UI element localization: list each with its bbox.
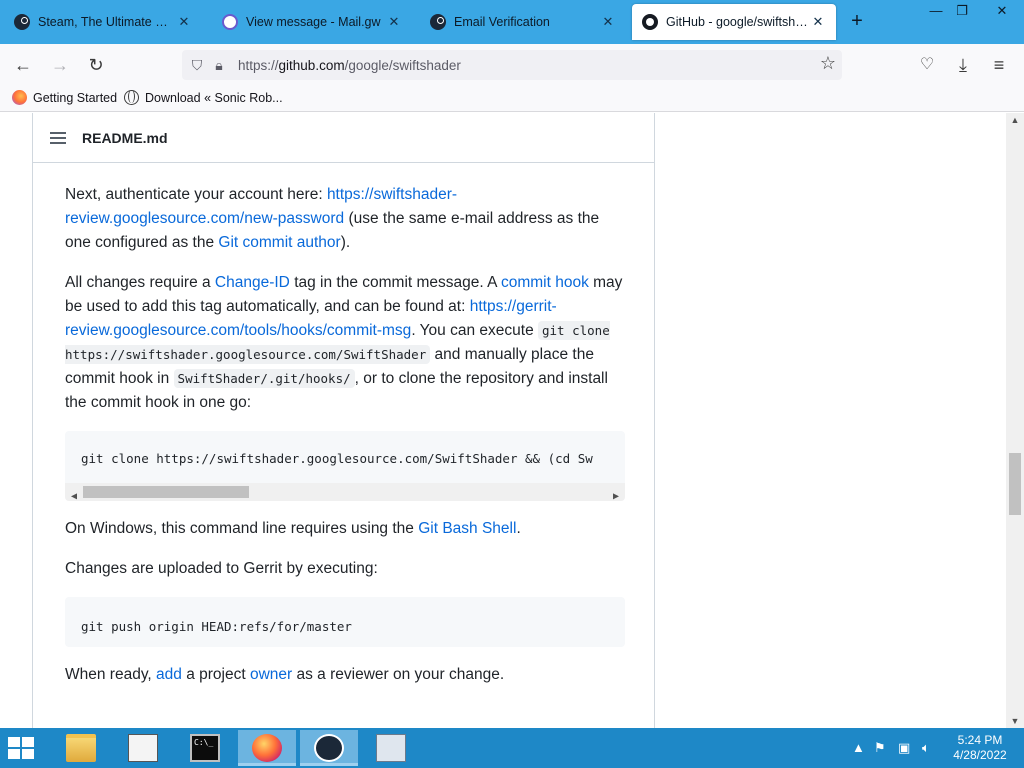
add-link[interactable]: add (156, 666, 182, 683)
steam-icon (14, 14, 30, 30)
taskbar-command-prompt[interactable]: C:\_ (176, 730, 234, 766)
network-icon[interactable]: ▣ (898, 740, 910, 756)
readme-header: README.md (33, 113, 654, 163)
owner-link[interactable]: owner (250, 666, 292, 683)
vertical-scrollbar[interactable]: ▲ ▼ (1006, 113, 1024, 728)
shield-icon[interactable]: ⛉ (186, 57, 208, 74)
taskbar-performance-monitor[interactable] (362, 730, 420, 766)
scrollbar-thumb[interactable] (1009, 453, 1021, 515)
steam-icon (430, 14, 446, 30)
minimize-button[interactable]: — (922, 0, 950, 22)
chevron-up-icon[interactable]: ▲ (852, 740, 865, 755)
bookmark-getting-started[interactable]: Getting Started (12, 90, 117, 105)
scrollbar-thumb[interactable] (83, 486, 249, 498)
menu-icon[interactable]: ≡ (986, 52, 1012, 78)
tab-mail[interactable]: View message - Mail.gw ✕ (212, 4, 412, 40)
tab-title: Email Verification (454, 15, 550, 29)
pocket-icon[interactable]: ♡ (914, 52, 940, 78)
readme-panel: README.md Google Account before changes … (32, 113, 655, 728)
code-text: git push origin HEAD:refs/for/master (81, 619, 352, 634)
change-id-link[interactable]: Change-ID (215, 274, 290, 291)
navigation-bar: ← → ↻ ⛉ 🔒︎ https://github.com/google/swi… (0, 44, 1024, 86)
window-close-button[interactable]: ✕ (982, 0, 1022, 22)
performance-monitor-icon (376, 734, 406, 762)
page-content: README.md Google Account before changes … (0, 113, 1024, 728)
taskbar-steam[interactable] (300, 730, 358, 766)
globe-icon (124, 90, 139, 105)
inline-code: SwiftShader/.git/hooks/ (173, 369, 355, 388)
url-text: https://github.com/google/swiftshader (238, 57, 461, 73)
notepad-icon (128, 734, 158, 762)
close-icon[interactable]: ✕ (810, 14, 826, 30)
reload-button[interactable]: ↻ (83, 52, 109, 78)
new-tab-button[interactable]: + (846, 10, 868, 32)
clock-time: 5:24 PM (957, 733, 1003, 747)
tab-strip: Steam, The Ultimate Online Game Platform… (0, 0, 1024, 44)
scroll-right-icon[interactable]: ▶ (609, 485, 623, 501)
tab-title: View message - Mail.gw (246, 15, 381, 29)
scroll-up-icon[interactable]: ▲ (1006, 115, 1024, 125)
address-bar[interactable]: ⛉ 🔒︎ https://github.com/google/swiftshad… (182, 50, 842, 80)
git-bash-shell-link[interactable]: Git Bash Shell (418, 520, 516, 537)
lock-icon[interactable]: 🔒︎ (208, 57, 230, 74)
tab-title: GitHub - google/swiftshader (666, 15, 810, 29)
downloads-icon[interactable]: ⤓ (950, 52, 976, 78)
paragraph: Next, authenticate your account here: ht… (65, 186, 600, 251)
restore-button[interactable]: ❐ (948, 0, 976, 22)
bookmarks-toolbar: Getting Started Download « Sonic Rob... (0, 86, 1024, 112)
readme-file-name: README.md (82, 129, 168, 146)
code-block: git clone https://swiftshader.googlesour… (65, 431, 625, 501)
close-icon[interactable]: ✕ (600, 14, 616, 30)
paragraph: When ready, add a project owner as a rev… (65, 666, 505, 683)
close-icon[interactable]: ✕ (386, 14, 402, 30)
close-icon[interactable]: ✕ (176, 14, 192, 30)
clock-date: 4/28/2022 (953, 748, 1007, 762)
tab-github[interactable]: GitHub - google/swiftshader ✕ (632, 4, 836, 40)
paragraph: All changes require a Change-ID tag in t… (65, 274, 623, 411)
back-button[interactable]: ← (10, 52, 36, 78)
code-text: git clone https://swiftshader.googlesour… (81, 451, 593, 466)
bookmark-label: Download « Sonic Rob... (145, 90, 283, 105)
mail-icon (222, 14, 238, 30)
taskbar-notepad[interactable] (114, 730, 172, 766)
readme-article: Google Account before changes can be upl… (65, 143, 625, 703)
paragraph: Changes are uploaded to Gerrit by execut… (65, 560, 378, 577)
firefox-icon (252, 734, 282, 762)
taskbar-firefox[interactable] (238, 730, 296, 766)
github-icon (642, 14, 658, 30)
tab-title: Steam, The Ultimate Online Game Platform (38, 15, 176, 29)
volume-icon[interactable]: 🔈︎ (922, 740, 930, 756)
paragraph: On Windows, this command line requires u… (65, 520, 521, 537)
tab-email-verification[interactable]: Email Verification ✕ (420, 4, 626, 40)
bookmark-label: Getting Started (33, 90, 118, 105)
file-explorer-icon (66, 734, 96, 762)
forward-button[interactable]: → (47, 52, 73, 78)
git-commit-author-link[interactable]: Git commit author (218, 234, 340, 251)
tab-steam[interactable]: Steam, The Ultimate Online Game Platform… (4, 4, 202, 40)
command-prompt-icon: C:\_ (190, 734, 220, 762)
scroll-down-icon[interactable]: ▼ (1006, 716, 1024, 726)
taskbar: C:\_ ▲ ⚑ ▣ 🔈︎ 5:24 PM 4/28/2022 (0, 728, 1024, 768)
action-center-icon[interactable]: ⚑ (874, 740, 886, 756)
scroll-left-icon[interactable]: ◀ (67, 485, 81, 501)
taskbar-file-explorer[interactable] (52, 730, 110, 766)
firefox-icon (12, 90, 27, 105)
system-clock[interactable]: 5:24 PM 4/28/2022 (945, 733, 1015, 763)
bookmark-sonic[interactable]: Download « Sonic Rob... (124, 90, 283, 105)
horizontal-scrollbar[interactable]: ◀ ▶ (65, 483, 625, 501)
start-button[interactable] (8, 737, 36, 759)
steam-icon (314, 734, 344, 762)
list-icon[interactable] (50, 131, 66, 144)
code-block: git push origin HEAD:refs/for/master (65, 597, 625, 647)
bookmark-star-icon[interactable]: ☆ (820, 53, 836, 74)
commit-hook-link[interactable]: commit hook (501, 274, 589, 291)
